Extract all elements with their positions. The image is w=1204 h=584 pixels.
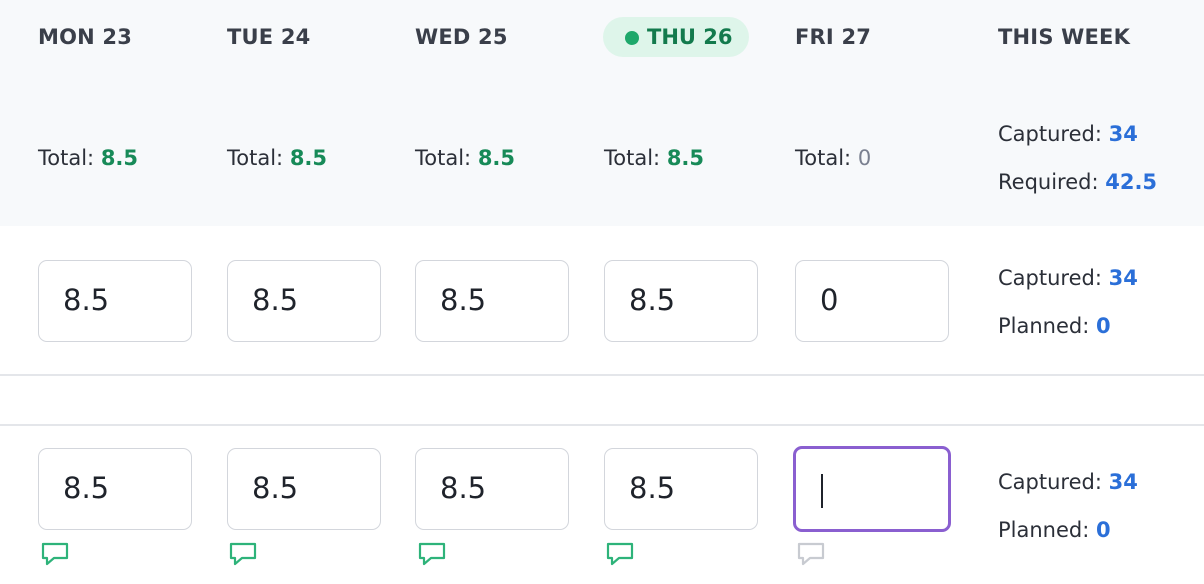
total-value: 8.5 — [100, 146, 139, 170]
row-captured: Captured: 34 — [998, 266, 1138, 290]
hours-input-tue[interactable]: 8.5 — [227, 260, 381, 342]
comment-icon[interactable] — [40, 541, 70, 567]
hours-input-tue[interactable]: 8.5 — [227, 448, 381, 530]
captured-value: 34 — [1108, 122, 1138, 146]
text-caret — [821, 474, 823, 508]
planned-value: 0 — [1096, 518, 1111, 542]
day-label-tue: TUE 24 — [227, 25, 311, 49]
day-label-wed: WED 25 — [415, 25, 508, 49]
comment-icon[interactable] — [605, 541, 635, 567]
hours-input-fri-focused[interactable] — [793, 446, 951, 532]
hours-input-fri[interactable]: 0 — [795, 260, 949, 342]
required-value: 42.5 — [1105, 170, 1158, 194]
total-value: 8.5 — [477, 146, 516, 170]
week-label: THIS WEEK — [998, 25, 1131, 49]
row-divider — [0, 374, 1204, 376]
captured-value: 34 — [1108, 266, 1138, 290]
day-total-thu: Total: 8.5 — [604, 146, 705, 170]
comment-icon[interactable] — [417, 541, 447, 567]
total-value: 0 — [857, 146, 872, 170]
today-dot-icon — [625, 31, 639, 45]
planned-value: 0 — [1096, 314, 1111, 338]
hours-input-mon[interactable]: 8.5 — [38, 448, 192, 530]
day-label-mon: MON 23 — [38, 25, 133, 49]
row-captured: Captured: 34 — [998, 470, 1138, 494]
day-total-tue: Total: 8.5 — [227, 146, 328, 170]
total-value: 8.5 — [289, 146, 328, 170]
day-total-wed: Total: 8.5 — [415, 146, 516, 170]
total-value: 8.5 — [666, 146, 705, 170]
today-badge: THU 26 — [603, 17, 749, 57]
captured-value: 34 — [1108, 470, 1138, 494]
day-label-thu: THU 26 — [647, 25, 733, 49]
row-planned: Planned: 0 — [998, 518, 1111, 542]
week-captured: Captured: 34 — [998, 122, 1138, 146]
day-total-mon: Total: 8.5 — [38, 146, 139, 170]
row-divider — [0, 424, 1204, 426]
week-required: Required: 42.5 — [998, 170, 1158, 194]
day-total-fri: Total: 0 — [795, 146, 872, 170]
day-label-fri: FRI 27 — [795, 25, 872, 49]
hours-input-wed[interactable]: 8.5 — [415, 448, 569, 530]
hours-input-mon[interactable]: 8.5 — [38, 260, 192, 342]
hours-input-thu[interactable]: 8.5 — [604, 448, 758, 530]
comment-icon[interactable] — [796, 541, 826, 567]
comment-icon[interactable] — [228, 541, 258, 567]
row-planned: Planned: 0 — [998, 314, 1111, 338]
hours-input-thu[interactable]: 8.5 — [604, 260, 758, 342]
hours-input-wed[interactable]: 8.5 — [415, 260, 569, 342]
